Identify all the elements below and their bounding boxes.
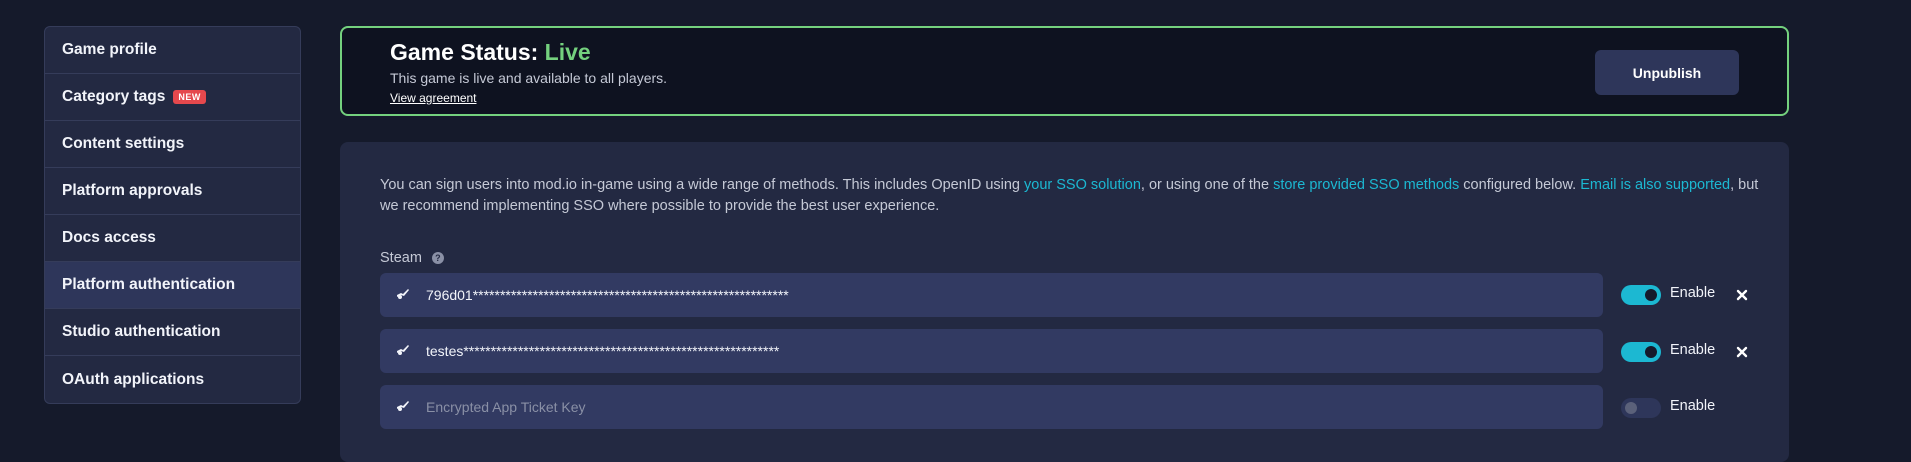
sidebar-item-studio-authentication[interactable]: Studio authentication xyxy=(45,309,300,356)
close-icon[interactable] xyxy=(1735,288,1749,302)
enable-toggle[interactable] xyxy=(1621,342,1661,362)
game-status-card: Game Status: Live This game is live and … xyxy=(340,26,1789,116)
steam-icon xyxy=(396,288,410,302)
new-badge: NEW xyxy=(173,90,206,104)
enable-toggle[interactable] xyxy=(1621,398,1661,418)
sidebar-item-label: Game profile xyxy=(62,41,157,58)
toggle-knob xyxy=(1645,346,1657,358)
intro-text-2: , or using one of the xyxy=(1140,177,1274,193)
enable-label: Enable xyxy=(1670,285,1716,301)
intro-text-3: configured below. xyxy=(1459,177,1581,193)
encrypted-ticket-key-input[interactable] xyxy=(426,399,1526,415)
game-status-description: This game is live and available to all p… xyxy=(390,70,668,86)
view-agreement-link[interactable]: View agreement xyxy=(390,91,477,105)
sidebar-item-content-settings[interactable]: Content settings xyxy=(45,121,300,168)
sidebar-item-platform-authentication[interactable]: Platform authentication xyxy=(45,262,300,309)
sidebar-item-label: Platform approvals xyxy=(62,182,203,199)
platform-auth-panel: You can sign users into mod.io in-game u… xyxy=(340,142,1789,462)
sidebar-item-label: Studio authentication xyxy=(62,323,221,340)
unpublish-button[interactable]: Unpublish xyxy=(1595,50,1739,95)
email-supported-link[interactable]: Email is also supported xyxy=(1580,177,1730,193)
enable-label: Enable xyxy=(1670,398,1716,414)
steam-label-text: Steam xyxy=(380,250,422,266)
sidebar-item-category-tags[interactable]: Category tags NEW xyxy=(45,74,300,121)
sidebar-item-label: Platform authentication xyxy=(62,276,236,293)
sidebar-item-label: OAuth applications xyxy=(62,370,205,388)
intro-text-1: You can sign users into mod.io in-game u… xyxy=(380,177,1025,193)
steam-icon xyxy=(396,400,410,414)
store-sso-methods-link[interactable]: store provided SSO methods xyxy=(1273,177,1459,193)
game-status-prefix: Game Status: xyxy=(390,39,545,65)
sidebar-item-platform-approvals[interactable]: Platform approvals xyxy=(45,168,300,215)
enable-label: Enable xyxy=(1670,342,1716,358)
sidebar-item-label: Content settings xyxy=(62,135,185,152)
steam-icon xyxy=(396,344,410,358)
sidebar-item-oauth-applications[interactable]: OAuth applications xyxy=(45,356,300,403)
settings-sidebar: Game profile Category tags NEW Content s… xyxy=(44,26,301,404)
game-status-title: Game Status: Live xyxy=(390,39,591,66)
sidebar-item-label: Docs access xyxy=(62,229,156,246)
sidebar-item-docs-access[interactable]: Docs access xyxy=(45,215,300,262)
close-icon[interactable] xyxy=(1735,345,1749,359)
sidebar-item-game-profile[interactable]: Game profile xyxy=(45,27,300,74)
steam-key-row xyxy=(380,329,1603,373)
toggle-knob xyxy=(1625,402,1637,414)
enable-toggle[interactable] xyxy=(1621,285,1661,305)
steam-section-label: Steam ? xyxy=(380,250,444,266)
sso-solution-link[interactable]: your SSO solution xyxy=(1024,177,1141,193)
game-status-state: Live xyxy=(544,39,591,65)
sidebar-item-label: Category tags xyxy=(62,88,166,105)
steam-key-input[interactable] xyxy=(426,343,1526,359)
steam-key-row xyxy=(380,273,1603,317)
toggle-knob xyxy=(1645,289,1657,301)
steam-key-input[interactable] xyxy=(426,287,1526,303)
question-circle-icon[interactable]: ? xyxy=(431,252,444,264)
encrypted-ticket-key-row xyxy=(380,385,1603,429)
sso-intro-text: You can sign users into mod.io in-game u… xyxy=(380,175,1760,217)
